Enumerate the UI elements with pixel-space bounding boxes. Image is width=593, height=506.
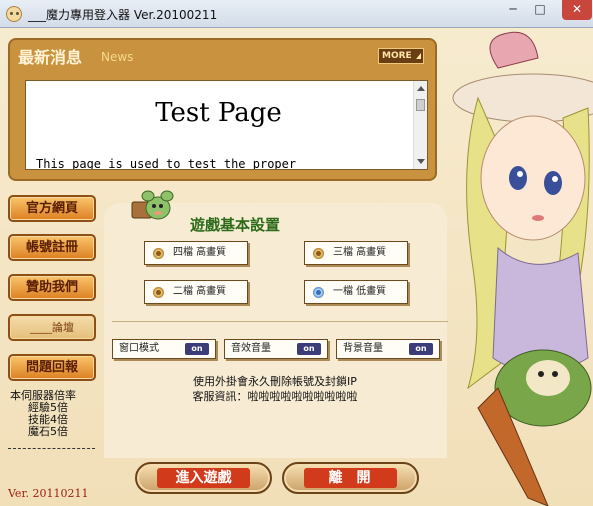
mascot-icon [131,190,174,220]
launcher-client: 最新消息 News MORE Test Page This page is us… [0,28,593,506]
notice-line: 客服資訊：啦啦啦啦啦啦啦啦啦啦 [192,390,358,403]
close-button[interactable]: ✕ [562,0,592,20]
version-label: Ver. 20110211 [8,487,89,500]
more-button[interactable]: MORE [378,48,424,64]
quality-option-1-low[interactable]: 一檔 低畫質 [304,280,408,304]
option-label: 三檔 高畫質 [333,247,387,258]
quality-option-3-high[interactable]: 三檔 高畫質 [304,241,408,265]
news-panel: 最新消息 News MORE Test Page This page is us… [8,38,437,181]
news-scrollbar[interactable] [413,81,427,169]
sound-volume-toggle[interactable]: 音效音量 on [224,339,328,359]
server-rate-line: 魔石5倍 [28,425,68,438]
sponsor-button[interactable]: 贊助我們 [8,274,96,301]
news-body: This page is used to test the proper [36,157,297,170]
bgm-volume-toggle[interactable]: 背景音量 on [336,339,440,359]
option-label: 二檔 高畫質 [173,286,227,297]
radio-icon [153,248,164,259]
radio-selected-icon [313,287,324,298]
divider [8,448,95,449]
option-label: 四檔 高畫質 [173,247,227,258]
forum-button[interactable]: ____論壇 [8,314,96,341]
character-illustration [452,31,593,506]
news-heading: Test Page [155,98,282,128]
toggle-label: 窗口模式 [119,343,159,354]
toggle-on-indicator[interactable]: on [185,343,209,355]
start-game-button[interactable]: 進入遊戲 [135,462,272,494]
notice-line: 使用外掛會永久刪除帳號及封鎖IP [193,375,357,388]
radio-icon [313,248,324,259]
toggle-label: 音效音量 [231,343,271,354]
window-mode-toggle[interactable]: 窗口模式 on [112,339,216,359]
server-rate-info: 本伺服器倍率 經驗5倍 技能4倍 魔石5倍 [8,390,98,438]
official-site-button[interactable]: 官方網頁 [8,195,96,222]
scroll-up-icon[interactable] [417,86,425,91]
scroll-thumb[interactable] [416,99,425,111]
notice-text: 使用外掛會永久刪除帳號及封鎖IP 客服資訊：啦啦啦啦啦啦啦啦啦啦 [170,374,380,404]
radio-icon [153,287,164,298]
option-label: 一檔 低畫質 [333,286,387,297]
settings-title: 遊戲基本設置 [190,216,281,234]
news-title: 最新消息 [18,48,83,67]
app-icon [6,6,22,22]
toggle-label: 背景音量 [343,343,383,354]
maximize-button[interactable]: □ [527,0,553,20]
more-arrow-icon [416,53,421,59]
news-subtitle: News [101,50,134,64]
minimize-button[interactable]: ─ [500,0,526,20]
window-title: ___魔力專用登入器 Ver.20100211 [28,8,218,22]
more-label: MORE [382,51,412,61]
settings-divider [112,321,448,322]
title-bar[interactable]: ___魔力專用登入器 Ver.20100211 ─ □ ✕ [0,0,593,28]
exit-button[interactable]: 離開 [282,462,419,494]
toggle-on-indicator[interactable]: on [409,343,433,355]
toggle-on-indicator[interactable]: on [297,343,321,355]
report-issue-button[interactable]: 問題回報 [8,354,96,381]
register-account-button[interactable]: 帳號註冊 [8,234,96,261]
exit-label: 離開 [304,468,397,488]
news-frame[interactable]: Test Page This page is used to test the … [25,80,428,170]
quality-option-4-high[interactable]: 四檔 高畫質 [144,241,248,265]
scroll-down-icon[interactable] [417,159,425,164]
start-game-label: 進入遊戲 [157,468,250,488]
quality-option-2-high[interactable]: 二檔 高畫質 [144,280,248,304]
